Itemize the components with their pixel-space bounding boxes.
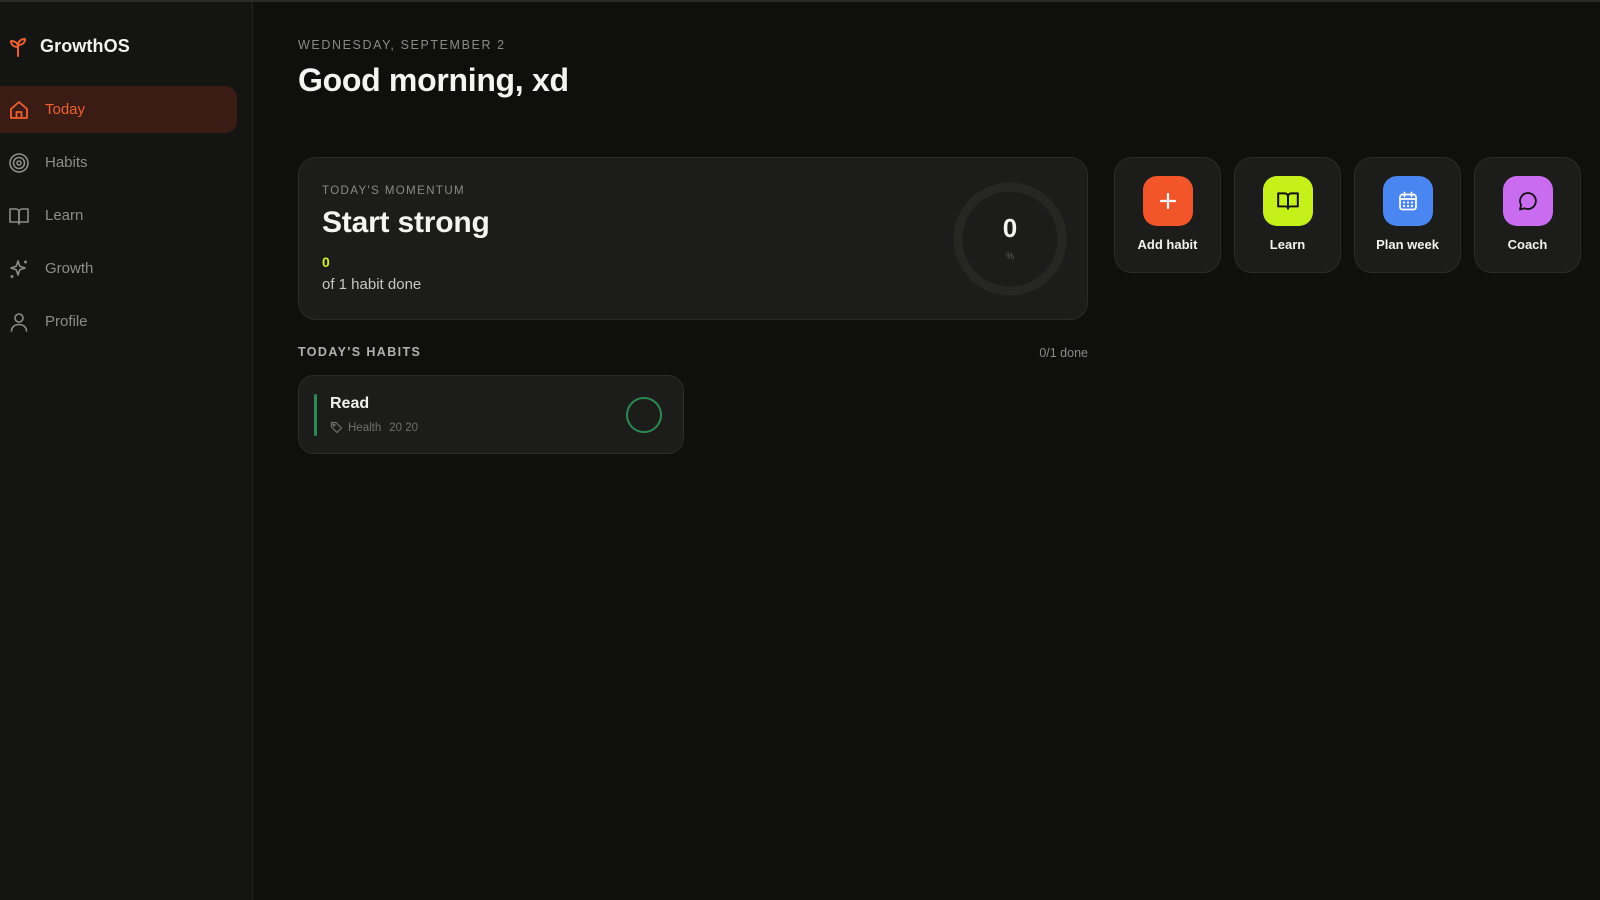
sidebar: GrowthOS Today Habits Learn Growth Profi… bbox=[0, 2, 253, 900]
habit-category: Health bbox=[348, 421, 382, 434]
sidebar-item-today[interactable]: Today bbox=[0, 86, 237, 133]
sidebar-item-label: Profile bbox=[45, 313, 88, 330]
habit-card[interactable]: Read Health 20 20 bbox=[298, 375, 684, 454]
sprout-logo-icon bbox=[8, 37, 28, 57]
calendar-icon bbox=[1382, 176, 1433, 226]
momentum-card: TODAY'S MOMENTUM Start strong 0 of 1 hab… bbox=[298, 157, 1088, 320]
sidebar-item-learn[interactable]: Learn bbox=[0, 192, 237, 239]
plan-week-button[interactable]: Plan week bbox=[1354, 157, 1461, 273]
sparkles-icon bbox=[8, 258, 30, 280]
sidebar-item-profile[interactable]: Profile bbox=[0, 298, 237, 345]
category-tag-icon bbox=[330, 421, 343, 434]
habit-complete-toggle[interactable] bbox=[626, 397, 662, 433]
habit-accent-bar bbox=[314, 394, 317, 436]
sidebar-item-label: Habits bbox=[45, 154, 88, 171]
action-label: Plan week bbox=[1376, 237, 1439, 252]
page-title: Good morning, xd bbox=[298, 62, 569, 98]
learn-button[interactable]: Learn bbox=[1234, 157, 1341, 273]
action-label: Coach bbox=[1507, 237, 1548, 252]
habits-done-count: 0 bbox=[322, 254, 330, 270]
habits-done-counter: 0/1 done bbox=[1039, 346, 1088, 360]
date-label: WEDNESDAY, SEPTEMBER 2 bbox=[298, 38, 506, 52]
momentum-title: Start strong bbox=[322, 206, 490, 239]
quick-actions: Add habit Learn Plan week Coach bbox=[1114, 157, 1581, 273]
progress-percent-value: 0 bbox=[1002, 213, 1018, 243]
user-icon bbox=[8, 311, 30, 333]
action-label: Learn bbox=[1269, 237, 1306, 252]
sidebar-item-label: Today bbox=[45, 101, 86, 118]
momentum-label: TODAY'S MOMENTUM bbox=[322, 185, 466, 197]
action-label: Add habit bbox=[1137, 237, 1198, 252]
brand[interactable]: GrowthOS bbox=[8, 36, 130, 57]
habit-title: Read bbox=[330, 395, 370, 412]
coach-button[interactable]: Coach bbox=[1474, 157, 1581, 273]
book-icon bbox=[8, 205, 30, 227]
habit-time: 20 20 bbox=[389, 421, 419, 434]
add-habit-button[interactable]: Add habit bbox=[1114, 157, 1221, 273]
habits-done-subtitle: of 1 habit done bbox=[322, 276, 422, 293]
home-icon bbox=[8, 99, 30, 121]
book-icon bbox=[1262, 176, 1313, 226]
app-name: GrowthOS bbox=[40, 36, 130, 56]
sidebar-nav: Today Habits Learn Growth Profile bbox=[0, 86, 237, 351]
sidebar-item-label: Learn bbox=[45, 207, 84, 224]
habit-meta: Health 20 20 bbox=[330, 421, 418, 434]
progress-percent-unit: % bbox=[1005, 251, 1014, 261]
sidebar-item-habits[interactable]: Habits bbox=[0, 139, 237, 186]
habits-section-heading: TODAY'S HABITS bbox=[298, 345, 422, 359]
sidebar-item-growth[interactable]: Growth bbox=[0, 245, 237, 292]
sidebar-item-label: Growth bbox=[45, 260, 94, 277]
plus-icon bbox=[1142, 176, 1193, 226]
chat-bubble-icon bbox=[1502, 176, 1553, 226]
target-icon bbox=[8, 152, 30, 174]
